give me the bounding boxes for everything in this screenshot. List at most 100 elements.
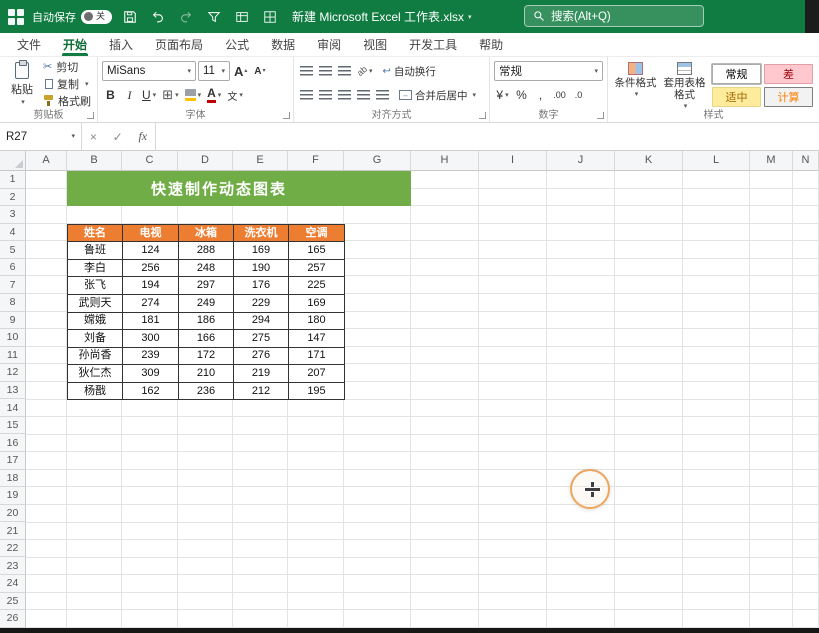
- cell-style-常规[interactable]: 常规: [712, 64, 761, 84]
- align-middle-button[interactable]: [317, 61, 334, 81]
- number-format-select[interactable]: 常规▾: [494, 61, 603, 81]
- table-cell-value[interactable]: 190: [234, 259, 289, 277]
- accounting-format-button[interactable]: ¥▾: [494, 85, 511, 105]
- table-cell-value[interactable]: 210: [179, 365, 234, 383]
- cells-grid-icon[interactable]: [260, 4, 280, 30]
- column-header-J[interactable]: J: [547, 151, 615, 171]
- table-cell-value[interactable]: 257: [289, 259, 345, 277]
- table-cell-name[interactable]: 李白: [68, 259, 123, 277]
- row-header-18[interactable]: 18: [0, 470, 26, 488]
- column-header-I[interactable]: I: [479, 151, 547, 171]
- table-header-冰箱[interactable]: 冰箱: [179, 224, 234, 242]
- row-header-12[interactable]: 12: [0, 364, 26, 382]
- font-name-select[interactable]: MiSans▾: [102, 61, 196, 81]
- column-header-M[interactable]: M: [750, 151, 793, 171]
- column-header-K[interactable]: K: [615, 151, 683, 171]
- row-header-10[interactable]: 10: [0, 329, 26, 347]
- table-cell-name[interactable]: 张飞: [68, 277, 123, 295]
- align-top-button[interactable]: [298, 61, 315, 81]
- table-cell-value[interactable]: 176: [234, 277, 289, 295]
- table-cell-value[interactable]: 171: [289, 347, 345, 365]
- orientation-button[interactable]: ab▾: [355, 61, 375, 81]
- row-header-5[interactable]: 5: [0, 241, 26, 259]
- search-box[interactable]: 搜索(Alt+Q): [524, 5, 704, 27]
- table-cell-value[interactable]: 288: [179, 242, 234, 260]
- column-header-C[interactable]: C: [122, 151, 178, 171]
- row-header-14[interactable]: 14: [0, 399, 26, 417]
- row-header-9[interactable]: 9: [0, 312, 26, 330]
- cut-button[interactable]: ✂剪切: [43, 60, 91, 75]
- table-cell-value[interactable]: 181: [123, 312, 179, 330]
- column-header-F[interactable]: F: [288, 151, 344, 171]
- conditional-formatting-button[interactable]: 条件格式 ▾: [612, 59, 659, 109]
- autosave-toggle[interactable]: 自动保存 关: [32, 9, 112, 25]
- row-header-25[interactable]: 25: [0, 593, 26, 611]
- formula-input[interactable]: [156, 123, 819, 150]
- fill-color-button[interactable]: ▾: [183, 85, 204, 105]
- tab-审阅[interactable]: 审阅: [306, 33, 352, 56]
- document-title[interactable]: 新建 Microsoft Excel 工作表.xlsx ▾: [292, 8, 472, 25]
- table-cell-name[interactable]: 刘备: [68, 330, 123, 348]
- row-header-3[interactable]: 3: [0, 206, 26, 224]
- font-color-button[interactable]: A▾: [205, 85, 223, 105]
- filter-icon[interactable]: [204, 4, 224, 30]
- confirm-entry-icon[interactable]: ✓: [113, 130, 123, 144]
- table-cell-value[interactable]: 219: [234, 365, 289, 383]
- redo-icon[interactable]: [176, 4, 196, 30]
- cell-style-适中[interactable]: 适中: [712, 87, 761, 107]
- table-cell-value[interactable]: 169: [234, 242, 289, 260]
- tab-视图[interactable]: 视图: [352, 33, 398, 56]
- table-cell-value[interactable]: 166: [179, 330, 234, 348]
- number-dialog-launcher[interactable]: [597, 112, 604, 119]
- table-cell-name[interactable]: 武则天: [68, 294, 123, 312]
- format-as-table-button[interactable]: 套用表格格式 ▾: [661, 59, 708, 109]
- row-header-23[interactable]: 23: [0, 557, 26, 575]
- column-header-L[interactable]: L: [683, 151, 750, 171]
- increase-font-size-button[interactable]: A▴: [232, 61, 249, 81]
- table-cell-value[interactable]: 249: [179, 294, 234, 312]
- row-header-11[interactable]: 11: [0, 347, 26, 365]
- column-header-G[interactable]: G: [344, 151, 411, 171]
- tab-开发工具[interactable]: 开发工具: [398, 33, 468, 56]
- table-cell-value[interactable]: 276: [234, 347, 289, 365]
- decrease-decimal-button[interactable]: .0: [570, 85, 587, 105]
- table-cell-value[interactable]: 225: [289, 277, 345, 295]
- table-icon[interactable]: [232, 4, 252, 30]
- table-cell-value[interactable]: 195: [289, 382, 345, 400]
- cell-style-差[interactable]: 差: [764, 64, 813, 84]
- table-cell-value[interactable]: 256: [123, 259, 179, 277]
- alignment-dialog-launcher[interactable]: [479, 112, 486, 119]
- tab-公式[interactable]: 公式: [214, 33, 260, 56]
- column-header-A[interactable]: A: [26, 151, 67, 171]
- italic-button[interactable]: I: [121, 85, 138, 105]
- table-header-洗衣机[interactable]: 洗衣机: [234, 224, 289, 242]
- excel-app-icon[interactable]: [8, 9, 24, 25]
- name-box[interactable]: R27▾: [0, 123, 82, 150]
- row-header-26[interactable]: 26: [0, 610, 26, 628]
- comma-style-button[interactable]: ,: [532, 85, 549, 105]
- table-cell-value[interactable]: 309: [123, 365, 179, 383]
- row-header-4[interactable]: 4: [0, 224, 26, 242]
- tab-帮助[interactable]: 帮助: [468, 33, 514, 56]
- table-cell-value[interactable]: 300: [123, 330, 179, 348]
- column-header-B[interactable]: B: [67, 151, 122, 171]
- bold-button[interactable]: B: [102, 85, 119, 105]
- table-cell-value[interactable]: 297: [179, 277, 234, 295]
- align-left-button[interactable]: [298, 85, 315, 105]
- table-cell-name[interactable]: 杨戬: [68, 382, 123, 400]
- row-header-6[interactable]: 6: [0, 259, 26, 277]
- phonetic-guide-button[interactable]: 文▾: [225, 85, 245, 105]
- decrease-font-size-button[interactable]: A▾: [251, 61, 268, 81]
- row-header-21[interactable]: 21: [0, 522, 26, 540]
- row-header-1[interactable]: 1: [0, 171, 26, 189]
- table-cell-value[interactable]: 147: [289, 330, 345, 348]
- percent-style-button[interactable]: %: [513, 85, 530, 105]
- column-header-E[interactable]: E: [233, 151, 288, 171]
- row-header-24[interactable]: 24: [0, 575, 26, 593]
- table-header-姓名[interactable]: 姓名: [68, 224, 123, 242]
- tab-文件[interactable]: 文件: [6, 33, 52, 56]
- font-size-select[interactable]: 11▾: [198, 61, 230, 81]
- table-cell-value[interactable]: 212: [234, 382, 289, 400]
- wrap-text-button[interactable]: ↩自动换行: [383, 64, 436, 79]
- tab-插入[interactable]: 插入: [98, 33, 144, 56]
